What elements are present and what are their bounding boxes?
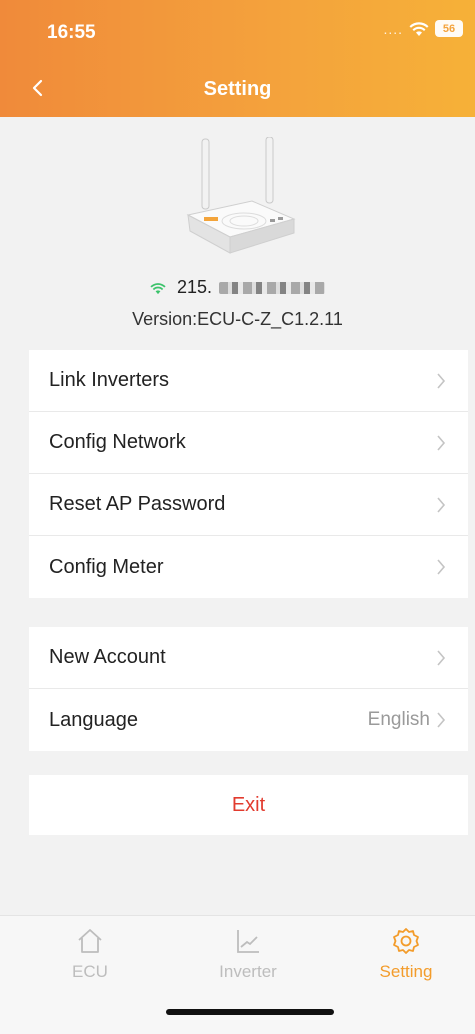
row-label: Reset AP Password (49, 493, 226, 515)
gear-icon (393, 928, 419, 954)
row-reset-ap-password[interactable]: Reset AP Password (29, 474, 468, 536)
ip-redacted (219, 282, 326, 295)
wifi-status-icon (409, 21, 429, 36)
settings-group-account: New Account Language English (29, 627, 468, 751)
row-new-account[interactable]: New Account (29, 627, 468, 689)
settings-group-device: Link Inverters Config Network Reset AP P… (29, 350, 468, 598)
header: 16:55 .... 56 Setting (0, 0, 475, 117)
battery-icon: 56 (435, 20, 463, 37)
row-config-network[interactable]: Config Network (29, 412, 468, 474)
chevron-right-icon (437, 559, 446, 575)
chevron-right-icon (437, 373, 446, 389)
line-chart-icon (237, 930, 259, 953)
tab-setting[interactable]: Setting (351, 926, 461, 982)
chevron-right-icon (437, 497, 446, 513)
wifi-connected-icon (150, 282, 166, 294)
device-info: 215. Version:ECU-C-Z_C1.2.11 (0, 117, 475, 347)
status-time: 16:55 (47, 22, 96, 43)
row-config-meter[interactable]: Config Meter (29, 536, 468, 598)
tab-label: Setting (379, 962, 433, 981)
language-value: English (367, 709, 430, 730)
tab-bar: ECU Inverter Setting (0, 915, 475, 1034)
row-label: Link Inverters (49, 369, 170, 391)
nav-bar: Setting (0, 70, 475, 110)
firmware-version: Version:ECU-C-Z_C1.2.11 (132, 309, 343, 329)
tab-ecu[interactable]: ECU (35, 926, 145, 982)
device-ip: 215. (0, 277, 475, 298)
tab-label: Inverter (219, 962, 277, 981)
row-label: New Account (49, 646, 166, 668)
tab-label: ECU (72, 962, 108, 981)
home-icon (78, 929, 102, 953)
exit-button[interactable]: Exit (29, 775, 468, 835)
row-label: Config Network (49, 431, 186, 453)
ip-text: 215. (176, 277, 213, 297)
row-link-inverters[interactable]: Link Inverters (29, 350, 468, 412)
router-image (186, 137, 296, 254)
tab-inverter[interactable]: Inverter (193, 926, 303, 982)
signal-dots: .... (383, 20, 403, 37)
status-indicators: .... 56 (383, 20, 463, 37)
row-label: Config Meter (49, 555, 164, 578)
settings-screen: 16:55 .... 56 Setting 215. Version:ECU-C… (0, 0, 475, 1034)
chevron-right-icon (437, 650, 446, 666)
row-label: Language (49, 708, 138, 731)
page-title: Setting (203, 78, 272, 100)
chevron-right-icon (437, 712, 446, 728)
row-language[interactable]: Language English (29, 689, 468, 751)
home-indicator (166, 1009, 334, 1015)
chevron-right-icon (437, 435, 446, 451)
